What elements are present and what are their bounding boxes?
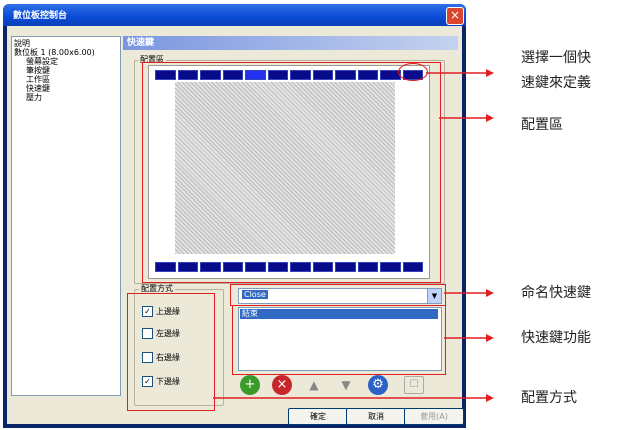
annotation-select-hotkey-1: 選擇一個快	[521, 50, 591, 66]
annotation-layout-area: 配置區	[521, 117, 563, 133]
annotation-select-hotkey-2: 速鍵來定義	[521, 75, 591, 91]
annotation-name-hotkey: 命名快速鍵	[521, 285, 591, 301]
annotation-hotkey-function: 快速鍵功能	[521, 330, 591, 346]
annotation-layout-method: 配置方式	[521, 390, 577, 406]
